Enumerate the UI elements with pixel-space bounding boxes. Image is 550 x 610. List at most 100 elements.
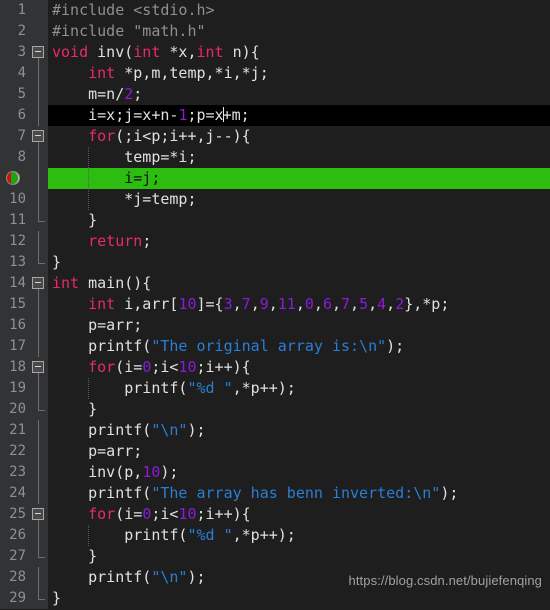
fold-column[interactable] [30,378,48,399]
line-number[interactable] [0,168,30,189]
code-line[interactable]: 27 } [0,546,550,567]
code-line[interactable]: 23 inv(p,10); [0,462,550,483]
code-text[interactable]: int main(){ [48,273,550,294]
fold-column[interactable] [30,21,48,42]
line-number[interactable]: 24 [0,483,30,504]
line-number[interactable]: 11 [0,210,30,231]
code-line[interactable]: 19 printf("%d ",*p++); [0,378,550,399]
fold-column[interactable] [30,504,48,525]
fold-column[interactable] [30,441,48,462]
fold-column[interactable] [30,231,48,252]
code-line[interactable]: 3 void inv(int *x,int n){ [0,42,550,63]
code-line[interactable]: 8 temp=*i; [0,147,550,168]
line-number[interactable]: 21 [0,420,30,441]
fold-column[interactable] [30,420,48,441]
fold-column[interactable] [30,336,48,357]
line-number[interactable]: 25 [0,504,30,525]
code-line[interactable]: 18 for(i=0;i<10;i++){ [0,357,550,378]
line-number[interactable]: 10 [0,189,30,210]
fold-column[interactable] [30,210,48,231]
line-number[interactable]: 29 [0,588,30,609]
code-line[interactable]: 20 } [0,399,550,420]
fold-column[interactable] [30,0,48,21]
code-line[interactable]: 24 printf("The array has benn inverted:\… [0,483,550,504]
fold-column[interactable] [30,525,48,546]
code-text[interactable]: #include "math.h" [48,21,550,42]
code-line[interactable]: 7 for(;i<p;i++,j--){ [0,126,550,147]
fold-toggle-icon[interactable] [32,46,44,58]
fold-column[interactable] [30,126,48,147]
fold-column[interactable] [30,42,48,63]
code-text[interactable]: printf("The original array is:\n"); [48,336,550,357]
code-text[interactable]: i=j; [48,168,550,189]
code-line[interactable]: 12 return; [0,231,550,252]
code-text[interactable]: i=x;j=x+n-1;p=x+m; [48,105,550,126]
fold-column[interactable] [30,105,48,126]
line-number[interactable]: 13 [0,252,30,273]
code-line[interactable]: i=j; [0,168,550,189]
code-text[interactable]: m=n/2; [48,84,550,105]
line-number[interactable]: 15 [0,294,30,315]
line-number[interactable]: 2 [0,21,30,42]
code-line[interactable]: 14 int main(){ [0,273,550,294]
line-number[interactable]: 17 [0,336,30,357]
fold-column[interactable] [30,357,48,378]
code-text[interactable]: for(;i<p;i++,j--){ [48,126,550,147]
line-number[interactable]: 1 [0,0,30,21]
fold-column[interactable] [30,84,48,105]
code-text[interactable]: inv(p,10); [48,462,550,483]
code-text[interactable]: *j=temp; [48,189,550,210]
code-line[interactable]: 10 *j=temp; [0,189,550,210]
fold-column[interactable] [30,588,48,609]
code-text[interactable]: p=arr; [48,315,550,336]
breakpoint-icon[interactable] [6,171,20,185]
code-text[interactable]: printf("The array has benn inverted:\n")… [48,483,550,504]
line-number[interactable]: 19 [0,378,30,399]
fold-column[interactable] [30,567,48,588]
fold-column[interactable] [30,147,48,168]
line-number[interactable]: 7 [0,126,30,147]
line-number[interactable]: 12 [0,231,30,252]
line-number[interactable]: 5 [0,84,30,105]
code-text[interactable]: temp=*i; [48,147,550,168]
fold-column[interactable] [30,168,48,189]
line-number[interactable]: 8 [0,147,30,168]
fold-column[interactable] [30,63,48,84]
fold-column[interactable] [30,273,48,294]
line-number[interactable]: 18 [0,357,30,378]
code-text[interactable]: } [48,588,550,609]
fold-column[interactable] [30,546,48,567]
code-text[interactable]: printf("%d ",*p++); [48,378,550,399]
code-text[interactable]: for(i=0;i<10;i++){ [48,504,550,525]
fold-toggle-icon[interactable] [32,277,44,289]
line-number[interactable]: 23 [0,462,30,483]
code-line[interactable]: 29} [0,588,550,609]
code-text[interactable]: for(i=0;i<10;i++){ [48,357,550,378]
code-line[interactable]: 5 m=n/2; [0,84,550,105]
code-line[interactable]: 6 i=x;j=x+n-1;p=x+m; [0,105,550,126]
code-text[interactable]: } [48,210,550,231]
fold-column[interactable] [30,483,48,504]
fold-column[interactable] [30,252,48,273]
code-text[interactable]: } [48,399,550,420]
code-text[interactable]: printf("\n"); [48,420,550,441]
line-number[interactable]: 4 [0,63,30,84]
code-text[interactable]: return; [48,231,550,252]
code-text[interactable]: int i,arr[10]={3,7,9,11,0,6,7,5,4,2},*p; [48,294,550,315]
code-line[interactable]: 13} [0,252,550,273]
line-number[interactable]: 6 [0,105,30,126]
fold-toggle-icon[interactable] [32,130,44,142]
line-number[interactable]: 20 [0,399,30,420]
fold-toggle-icon[interactable] [32,361,44,373]
code-text[interactable]: p=arr; [48,441,550,462]
line-number[interactable]: 26 [0,525,30,546]
code-line[interactable]: 22 p=arr; [0,441,550,462]
fold-toggle-icon[interactable] [32,508,44,520]
line-number[interactable]: 14 [0,273,30,294]
code-line[interactable]: 17 printf("The original array is:\n"); [0,336,550,357]
code-line[interactable]: 25 for(i=0;i<10;i++){ [0,504,550,525]
line-number[interactable]: 22 [0,441,30,462]
code-line[interactable]: 16 p=arr; [0,315,550,336]
code-text[interactable]: printf("%d ",*p++); [48,525,550,546]
code-text[interactable]: void inv(int *x,int n){ [48,42,550,63]
